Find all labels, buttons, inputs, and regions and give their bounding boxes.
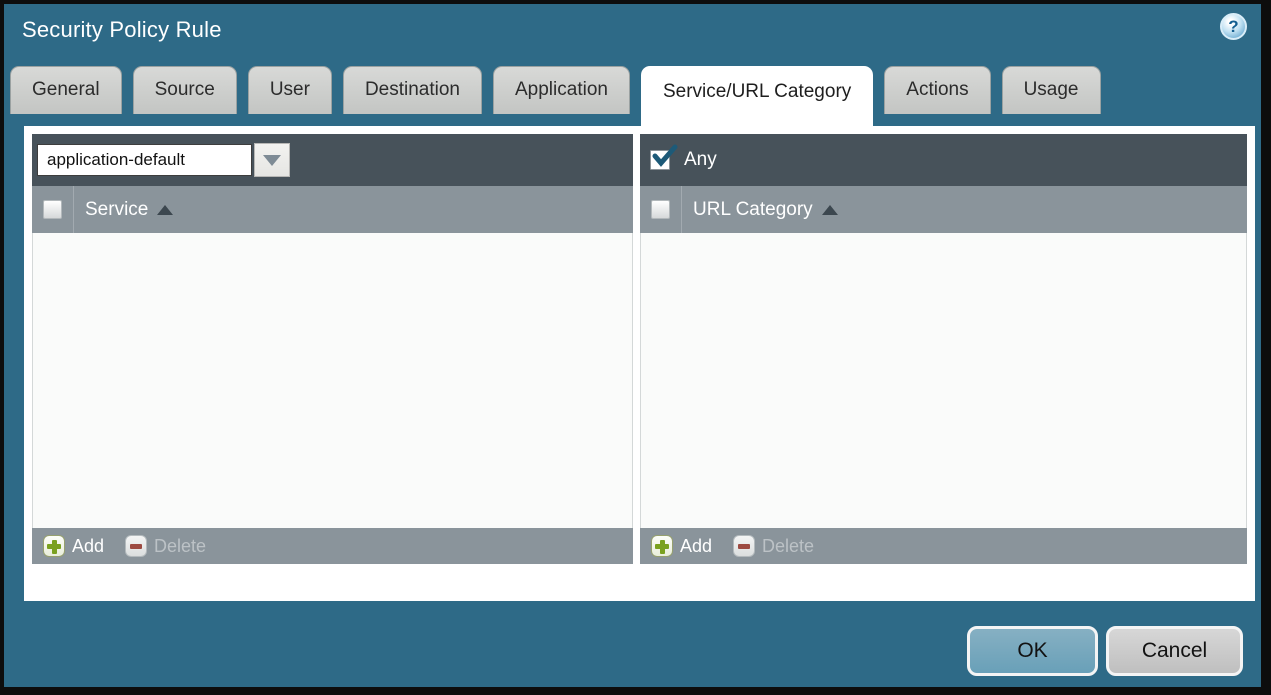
delete-icon: [125, 535, 148, 557]
tab-general[interactable]: General: [10, 66, 122, 114]
service-column-header[interactable]: Service: [74, 186, 174, 233]
url-category-list: [640, 233, 1247, 528]
any-url-category-checkbox[interactable]: [650, 144, 678, 170]
any-checkbox-label: Any: [684, 149, 717, 170]
dropdown-arrow-button[interactable]: [254, 143, 290, 177]
select-all-url-categories-checkbox[interactable]: [651, 200, 670, 219]
url-category-panel: Any URL Category Add Delete: [640, 134, 1247, 564]
security-policy-rule-dialog: Security Policy Rule ? General Source Us…: [0, 0, 1271, 695]
delete-icon: [733, 535, 756, 557]
tab-bar: General Source User Destination Applicat…: [10, 66, 1101, 126]
url-category-panel-footer: Add Delete: [640, 528, 1247, 564]
delete-service-button[interactable]: Delete: [125, 535, 206, 557]
service-panel-header: application-default: [32, 134, 633, 186]
delete-url-category-button[interactable]: Delete: [733, 535, 814, 557]
service-column-header-row: Service: [32, 186, 633, 233]
tab-actions[interactable]: Actions: [884, 66, 991, 114]
dialog-window: Security Policy Rule ? General Source Us…: [4, 4, 1261, 687]
url-category-select-all-cell: [640, 186, 682, 233]
service-panel: application-default Service Add Delete: [32, 134, 633, 564]
add-service-button[interactable]: Add: [43, 535, 104, 557]
tab-user[interactable]: User: [247, 66, 332, 114]
add-icon: [43, 535, 65, 557]
help-icon[interactable]: ?: [1220, 13, 1247, 40]
service-panel-footer: Add Delete: [32, 528, 633, 564]
add-icon: [651, 535, 673, 557]
dialog-content: application-default Service Add Delete A…: [24, 126, 1255, 601]
url-category-column-header-row: URL Category: [640, 186, 1247, 233]
service-list: [32, 233, 633, 528]
sort-ascending-icon: [157, 204, 174, 215]
url-category-column-header[interactable]: URL Category: [682, 186, 838, 233]
tab-service-url-category[interactable]: Service/URL Category: [640, 66, 874, 126]
tab-source[interactable]: Source: [132, 66, 237, 114]
service-type-dropdown: application-default: [37, 143, 290, 177]
dialog-title: Security Policy Rule: [22, 17, 222, 42]
add-url-category-button[interactable]: Add: [651, 535, 712, 557]
service-type-value[interactable]: application-default: [37, 144, 252, 176]
checkmark-icon: [652, 144, 678, 167]
service-select-all-cell: [32, 186, 74, 233]
sort-ascending-icon: [821, 204, 838, 215]
tab-usage[interactable]: Usage: [1001, 66, 1101, 114]
url-category-panel-header: Any: [640, 134, 1247, 186]
tab-destination[interactable]: Destination: [342, 66, 482, 114]
chevron-down-icon: [263, 154, 281, 166]
select-all-services-checkbox[interactable]: [43, 200, 62, 219]
tab-application[interactable]: Application: [493, 66, 630, 114]
cancel-button[interactable]: Cancel: [1106, 626, 1243, 676]
ok-button[interactable]: OK: [967, 626, 1098, 676]
